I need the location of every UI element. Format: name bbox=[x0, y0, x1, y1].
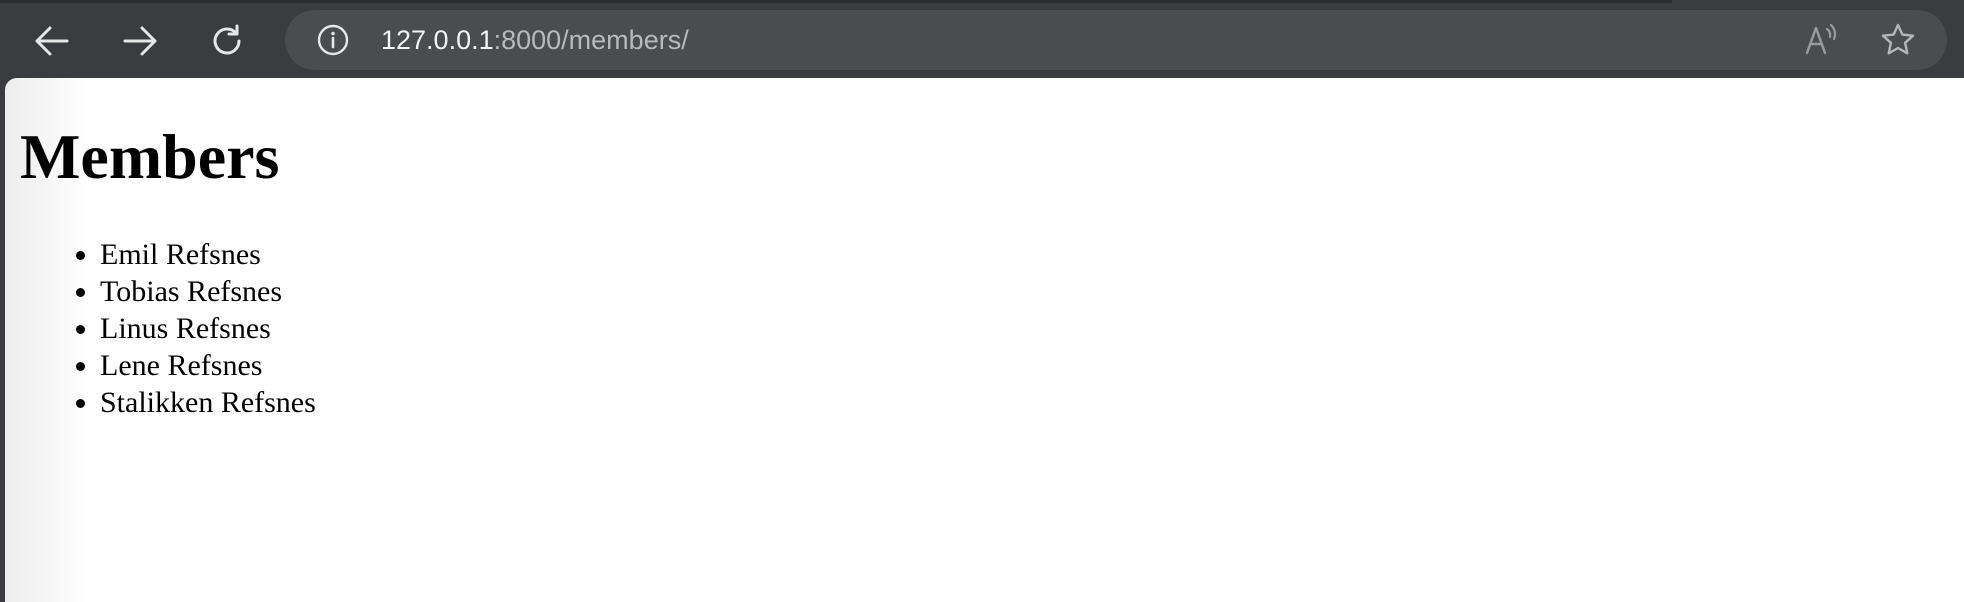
bullet bbox=[76, 325, 85, 334]
favorite-button[interactable] bbox=[1879, 22, 1917, 58]
bullet bbox=[76, 362, 85, 371]
url-host: 127.0.0.1 bbox=[381, 25, 494, 55]
member-name: Lene Refsnes bbox=[100, 349, 263, 382]
list-item: Linus Refsnes bbox=[76, 310, 316, 347]
list-item: Lene Refsnes bbox=[76, 347, 316, 384]
tab-strip-edge bbox=[0, 0, 1672, 3]
forward-button[interactable] bbox=[116, 17, 164, 65]
bullet bbox=[76, 288, 85, 297]
page-viewport: Members Emil Refsnes Tobias Refsnes Linu… bbox=[5, 78, 1964, 602]
reload-button[interactable] bbox=[203, 17, 251, 65]
url-path: :8000/members/ bbox=[493, 25, 689, 55]
arrow-left-icon bbox=[35, 26, 69, 56]
read-aloud-button[interactable] bbox=[1803, 22, 1843, 58]
list-item: Tobias Refsnes bbox=[76, 273, 316, 310]
reload-icon bbox=[213, 24, 241, 55]
bullet bbox=[76, 251, 85, 260]
list-item: Emil Refsnes bbox=[76, 236, 316, 273]
member-name: Linus Refsnes bbox=[100, 312, 271, 345]
member-name: Tobias Refsnes bbox=[100, 275, 283, 308]
member-name: Emil Refsnes bbox=[100, 238, 261, 271]
browser-toolbar: 127.0.0.1:8000/members/ bbox=[0, 0, 1964, 78]
star-icon bbox=[1881, 23, 1915, 55]
bullet bbox=[76, 399, 85, 408]
members-list: Emil Refsnes Tobias Refsnes Linus Refsne… bbox=[76, 236, 316, 421]
arrow-right-icon bbox=[123, 26, 157, 56]
info-icon bbox=[317, 24, 349, 56]
url-text[interactable]: 127.0.0.1:8000/members/ bbox=[381, 24, 689, 56]
page-title: Members bbox=[20, 121, 280, 192]
member-name: Stalikken Refsnes bbox=[100, 386, 316, 419]
read-aloud-icon bbox=[1805, 23, 1837, 55]
list-item: Stalikken Refsnes bbox=[76, 384, 316, 421]
site-info-button[interactable] bbox=[317, 24, 349, 56]
address-bar[interactable]: 127.0.0.1:8000/members/ bbox=[285, 10, 1947, 70]
back-button[interactable] bbox=[28, 17, 76, 65]
